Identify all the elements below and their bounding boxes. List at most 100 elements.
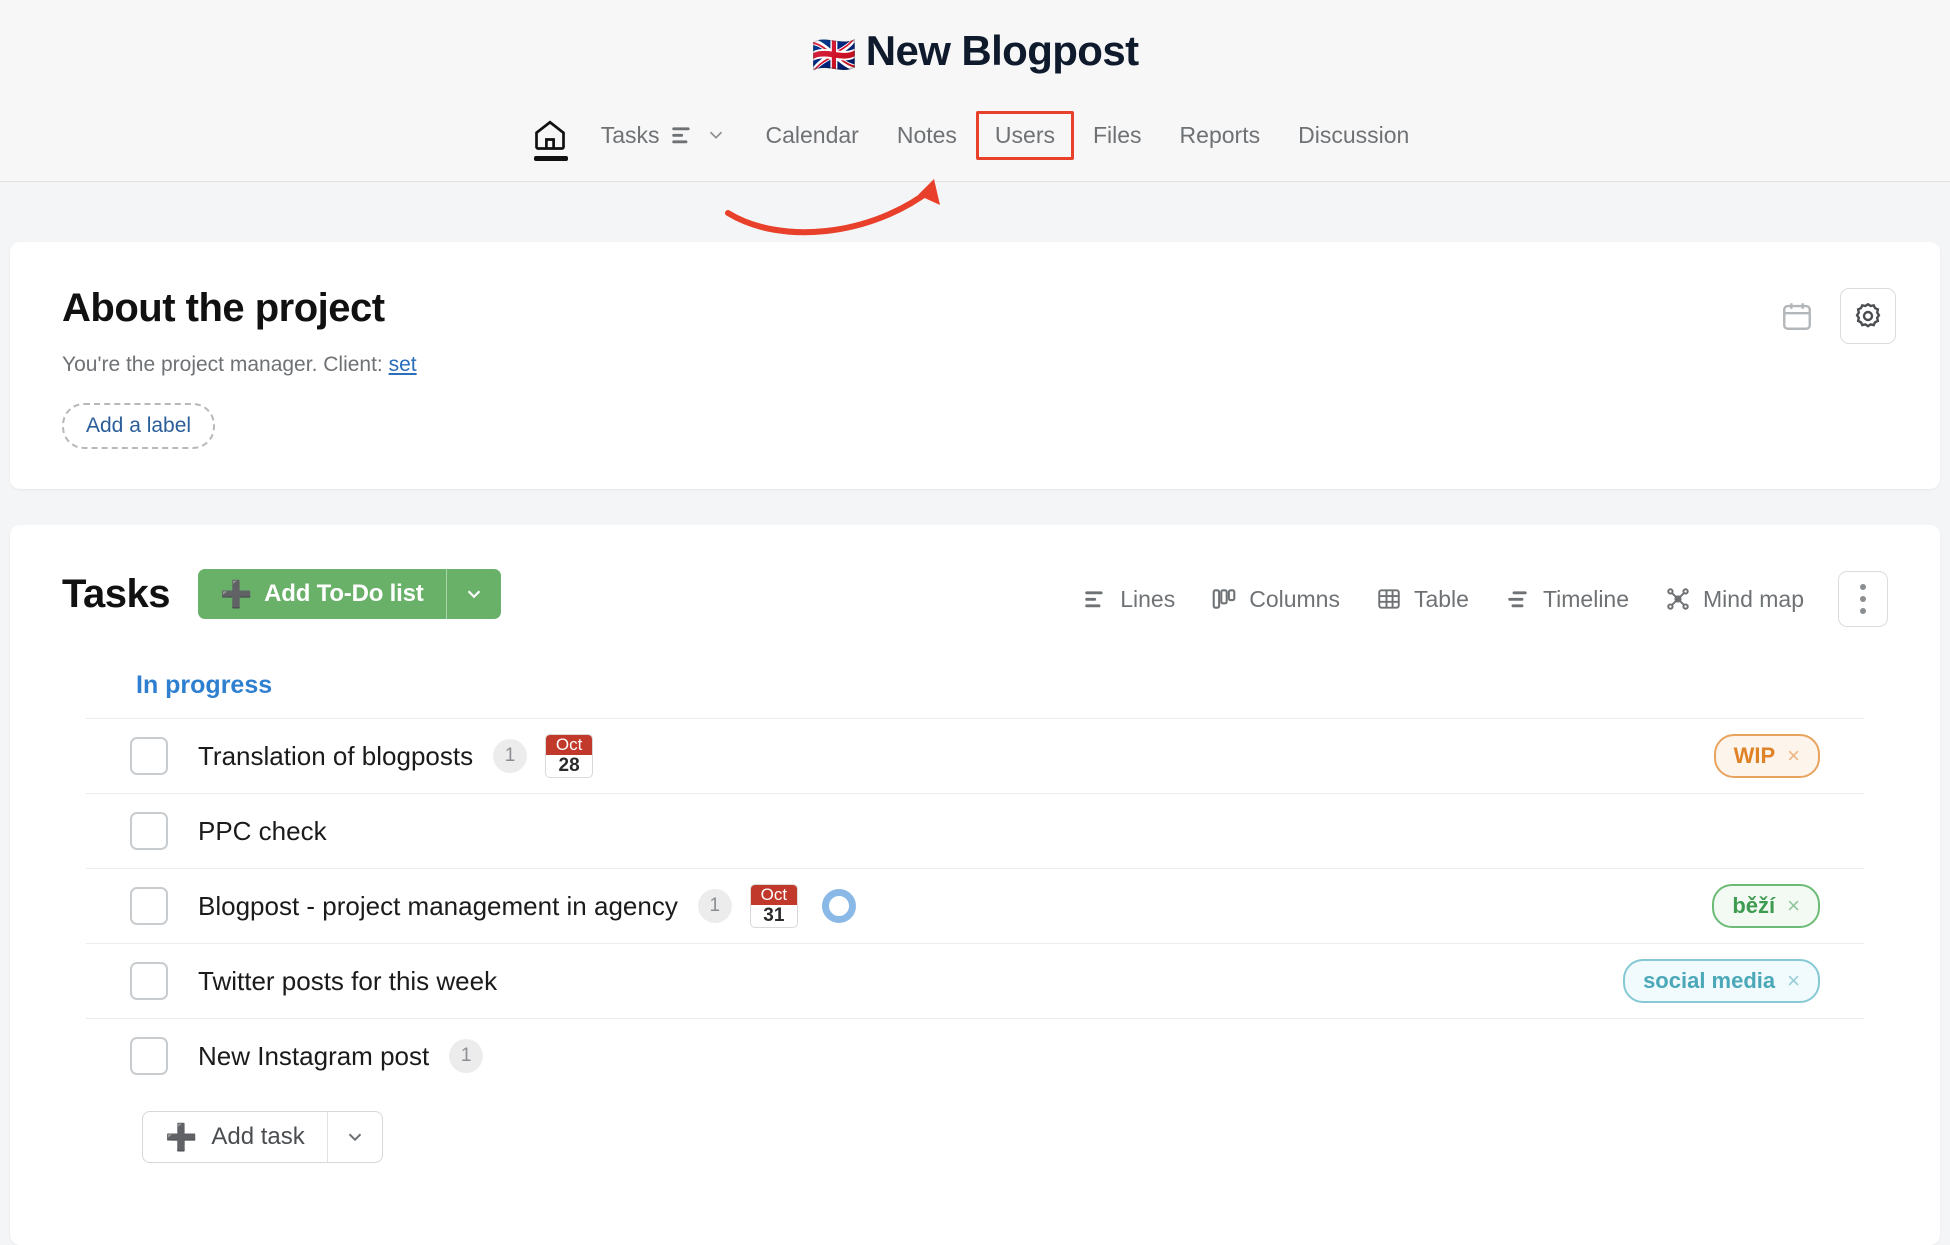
main-navigation: Tasks Calendar Notes Users Files Reports: [0, 103, 1950, 167]
project-settings-button[interactable]: [1840, 288, 1896, 344]
nav-item-label: Tasks: [600, 121, 660, 148]
nav-item-users[interactable]: Users: [975, 110, 1074, 160]
set-client-link[interactable]: set: [389, 353, 417, 376]
add-task-button[interactable]: ➕ Add task: [142, 1111, 383, 1163]
tasks-title: Tasks: [62, 571, 170, 616]
home-icon: [534, 120, 565, 150]
nav-item-label: Calendar: [765, 121, 859, 148]
uk-flag-icon: 🇬🇧: [811, 34, 856, 75]
timeline-icon: [1508, 591, 1527, 608]
task-name[interactable]: Translation of blogposts: [198, 741, 473, 772]
task-due-date[interactable]: Oct 28: [545, 734, 594, 778]
task-checkbox[interactable]: [130, 812, 168, 850]
table-row[interactable]: Translation of blogposts 1 Oct 28 WIP ×: [86, 718, 1864, 793]
nav-item-reports[interactable]: Reports: [1161, 112, 1280, 159]
view-tab-label: Columns: [1249, 585, 1340, 612]
status-badge-label: social media: [1643, 968, 1776, 993]
view-tab-label: Timeline: [1542, 585, 1630, 612]
view-tab-label: Mind map: [1703, 585, 1804, 612]
add-task-main[interactable]: ➕ Add task: [143, 1112, 327, 1162]
page-title-text: New Blogpost: [865, 27, 1139, 74]
task-group-title[interactable]: In progress: [136, 671, 1888, 700]
remove-tag-icon[interactable]: ×: [1787, 968, 1800, 994]
status-badge[interactable]: social media ×: [1623, 959, 1820, 1003]
table-row[interactable]: Blogpost - project management in agency …: [86, 868, 1864, 943]
task-name[interactable]: PPC check: [198, 816, 327, 847]
nav-item-label: Reports: [1179, 121, 1261, 148]
due-date-month: Oct: [750, 885, 797, 905]
view-tab-lines[interactable]: Lines: [1064, 576, 1193, 623]
due-date-month: Oct: [546, 735, 593, 755]
table-row[interactable]: New Instagram post 1: [86, 1018, 1864, 1093]
lines-icon: [1085, 591, 1103, 608]
active-tab-indicator: [533, 156, 568, 161]
more-vertical-icon-dot: [1860, 584, 1866, 590]
calendar-button[interactable]: [1780, 299, 1814, 333]
remove-tag-icon[interactable]: ×: [1787, 743, 1800, 769]
add-todo-list-label: Add To-Do list: [264, 580, 424, 607]
task-checkbox[interactable]: [130, 962, 168, 1000]
more-vertical-icon-dot: [1860, 596, 1866, 602]
mind-map-icon: [1667, 588, 1689, 610]
chevron-down-icon: [348, 1133, 361, 1142]
table-row[interactable]: Twitter posts for this week social media…: [86, 943, 1864, 1018]
table-row[interactable]: PPC check: [86, 793, 1864, 868]
chevron-down-icon: [710, 131, 723, 139]
view-tab-columns[interactable]: Columns: [1193, 576, 1358, 623]
status-badge[interactable]: běží ×: [1712, 884, 1820, 928]
status-badge-label: WIP: [1733, 743, 1776, 768]
nav-item-calendar[interactable]: Calendar: [746, 112, 877, 159]
add-todo-list-main[interactable]: ➕ Add To-Do list: [198, 569, 446, 619]
columns-icon: [1212, 589, 1236, 609]
nav-item-label: Discussion: [1298, 121, 1410, 148]
add-todo-list-button[interactable]: ➕ Add To-Do list: [197, 569, 501, 619]
nav-item-tasks[interactable]: Tasks: [582, 112, 747, 159]
nav-home-button[interactable]: [522, 103, 582, 167]
task-comment-count: 1: [493, 739, 528, 773]
task-progress-ring[interactable]: [821, 889, 856, 923]
view-tab-timeline[interactable]: Timeline: [1487, 576, 1647, 623]
task-checkbox[interactable]: [130, 1037, 168, 1075]
nav-item-notes[interactable]: Notes: [878, 112, 976, 159]
task-comment-count: 1: [697, 889, 732, 923]
tasks-card: Tasks ➕ Add To-Do list Lines Columns Tab…: [10, 525, 1940, 1245]
about-subtitle-text: You're the project manager. Client:: [62, 353, 389, 376]
plus-icon: ➕: [219, 579, 253, 609]
task-checkbox[interactable]: [130, 887, 168, 925]
nav-item-files[interactable]: Files: [1074, 112, 1161, 159]
calendar-icon: [1783, 303, 1811, 330]
view-tab-mind-map[interactable]: Mind map: [1647, 576, 1822, 623]
remove-tag-icon[interactable]: ×: [1787, 893, 1800, 919]
plus-icon: ➕: [165, 1122, 198, 1152]
nav-item-label: Users: [994, 121, 1055, 148]
gear-icon: [1855, 302, 1881, 328]
view-tab-label: Table: [1413, 585, 1469, 612]
task-due-date[interactable]: Oct 31: [749, 884, 798, 928]
table-icon: [1378, 589, 1400, 609]
add-label-button[interactable]: Add a label: [62, 403, 216, 449]
chevron-down-icon: [467, 590, 480, 599]
view-mode-tabs: Lines Columns Table Timeline Mind map: [1064, 571, 1888, 627]
due-date-day: 31: [763, 905, 785, 926]
about-card-actions: [1780, 288, 1896, 344]
task-name[interactable]: Blogpost - project management in agency: [198, 891, 678, 922]
nav-item-label: Notes: [896, 121, 957, 148]
nav-item-discussion[interactable]: Discussion: [1279, 112, 1428, 159]
app-header: 🇬🇧 New Blogpost Tasks Calendar Notes Use…: [0, 0, 1950, 236]
annotation-arrow-icon: [725, 179, 940, 236]
about-subtitle: You're the project manager. Client: set: [62, 353, 1888, 377]
view-tab-table[interactable]: Table: [1358, 576, 1487, 623]
add-todo-list-dropdown[interactable]: [447, 572, 501, 616]
status-badge[interactable]: WIP ×: [1713, 734, 1820, 778]
nav-item-label: Files: [1092, 121, 1142, 148]
add-task-dropdown[interactable]: [328, 1115, 382, 1159]
task-name[interactable]: New Instagram post: [198, 1041, 429, 1072]
page-title: 🇬🇧 New Blogpost: [0, 30, 1950, 73]
task-name[interactable]: Twitter posts for this week: [198, 966, 497, 997]
due-date-day: 28: [558, 755, 580, 776]
tasks-more-options-button[interactable]: [1838, 571, 1888, 627]
list-lines-icon: [672, 127, 691, 144]
task-checkbox[interactable]: [130, 737, 168, 775]
more-vertical-icon-dot: [1860, 608, 1866, 614]
tasks-header: Tasks ➕ Add To-Do list Lines Columns Tab…: [62, 569, 1888, 627]
